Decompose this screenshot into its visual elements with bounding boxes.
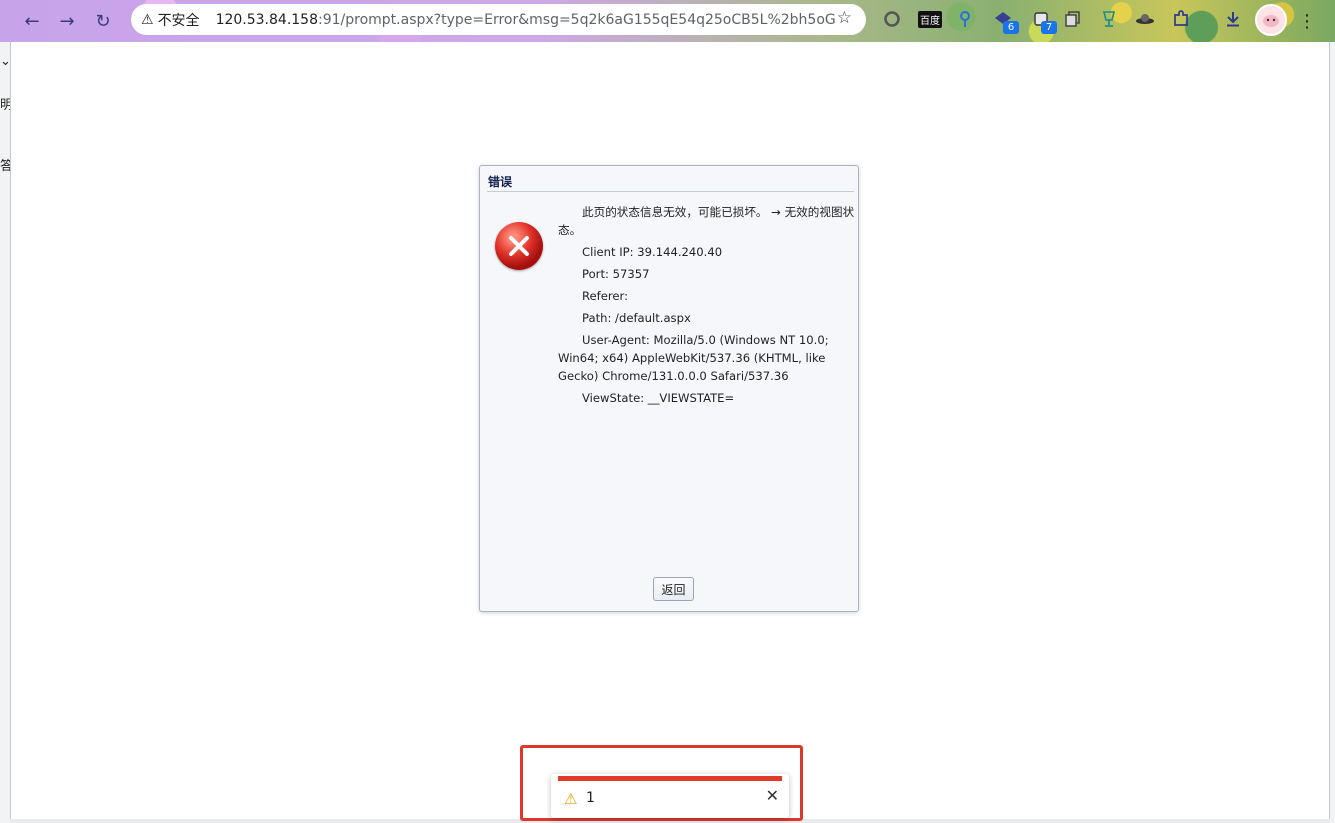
- error-message: 此页的状态信息无效，可能已损坏。 → 无效的视图状态。 Client IP: 3…: [558, 203, 856, 411]
- puzzle-extensions-icon[interactable]: [1170, 8, 1192, 30]
- warning-icon: ⚠: [564, 790, 578, 808]
- shield-extension-icon[interactable]: 6: [992, 8, 1019, 34]
- download-icon[interactable]: [1222, 8, 1244, 30]
- background-text-fragment: 明: [0, 94, 10, 113]
- background-window-edge: ⌄ 明 答: [0, 42, 11, 823]
- background-text-fragment: ⌄: [0, 54, 11, 69]
- client-ip: Client IP: 39.144.240.40: [582, 245, 723, 259]
- error-x-icon: [495, 222, 543, 270]
- warning-triangle-icon: ⚠: [141, 11, 154, 28]
- bookmark-star-icon[interactable]: ☆: [837, 8, 852, 28]
- toast-message: 1: [586, 790, 595, 806]
- close-icon[interactable]: ✕: [766, 786, 779, 805]
- security-chip[interactable]: ⚠ 不安全: [139, 8, 208, 31]
- profile-avatar[interactable]: [1255, 4, 1287, 36]
- address-bar[interactable]: ⚠ 不安全 120.53.84.158:91/prompt.aspx?type=…: [131, 4, 866, 35]
- toast-color-bar: [558, 776, 782, 781]
- dialog-divider: [487, 191, 854, 192]
- error-dialog: 错误 此页的状态信息无效，可能已损坏。 → 无效的视图状态。 Client IP…: [479, 165, 859, 612]
- referer: Referer:: [582, 289, 628, 303]
- url-text[interactable]: 120.53.84.158:91/prompt.aspx?type=Error&…: [216, 12, 836, 28]
- square-extension-icon[interactable]: 7: [1030, 8, 1057, 34]
- baidu-extension-icon[interactable]: 百度: [916, 8, 944, 30]
- dialog-title: 错误: [488, 175, 513, 189]
- url-path: :91/prompt.aspx?type=Error&msg=5q2k6aG15…: [318, 11, 836, 28]
- copy-extension-icon[interactable]: [1062, 8, 1084, 30]
- reload-icon[interactable]: ↻: [88, 6, 118, 36]
- client-port: Port: 57357: [582, 267, 650, 281]
- back-button[interactable]: 返回: [653, 577, 694, 601]
- toast-notification: ⚠ 1 ✕: [551, 774, 789, 818]
- security-label: 不安全: [157, 12, 200, 29]
- cup-extension-icon[interactable]: [1098, 8, 1120, 30]
- request-path: Path: /default.aspx: [582, 311, 691, 325]
- background-text-fragment: 答: [0, 155, 10, 174]
- extension-badge: 6: [1003, 21, 1019, 34]
- window-right-edge: [1329, 42, 1335, 823]
- baidu-extension-label: 百度: [918, 10, 942, 28]
- forward-arrow-icon[interactable]: →: [52, 6, 82, 36]
- circle-extension-icon[interactable]: [881, 8, 903, 30]
- error-summary: 此页的状态信息无效，可能已损坏。 → 无效的视图状态。: [558, 205, 855, 237]
- back-arrow-icon[interactable]: ←: [17, 6, 47, 36]
- browser-menu-icon[interactable]: ⋮: [1292, 6, 1322, 36]
- viewstate: ViewState: __VIEWSTATE=: [582, 391, 735, 405]
- browser-toolbar: ← → ↻ ⚠ 不安全 120.53.84.158:91/prompt.aspx…: [0, 0, 1335, 42]
- saucer-extension-icon[interactable]: [1134, 8, 1156, 30]
- url-host: 120.53.84.158: [215, 11, 318, 28]
- pin-extension-icon[interactable]: [954, 8, 976, 30]
- user-agent: User-Agent: Mozilla/5.0 (Windows NT 10.0…: [558, 333, 829, 383]
- extension-badge: 7: [1041, 21, 1057, 34]
